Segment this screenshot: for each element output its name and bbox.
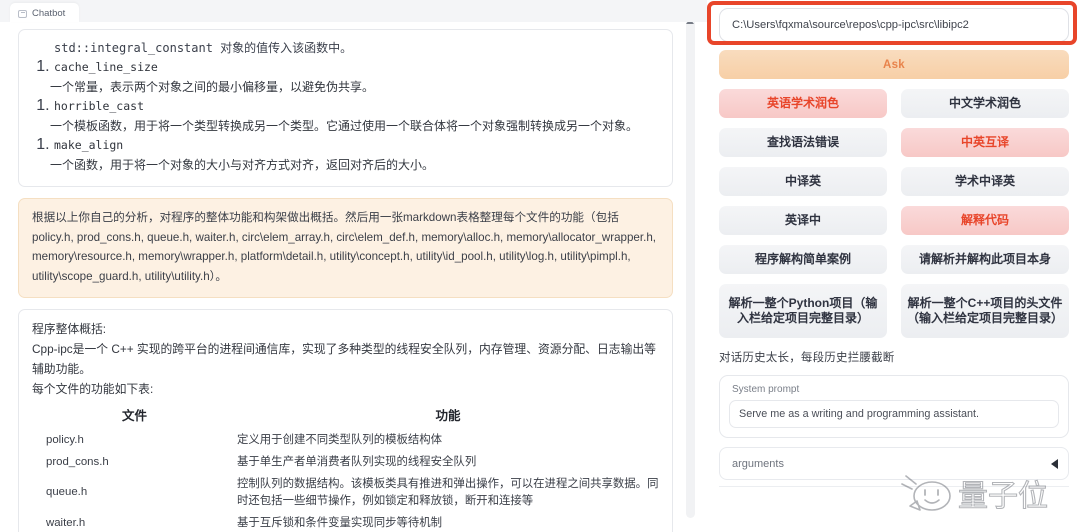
panel-icon	[18, 9, 27, 18]
table-header-row: 文件 功能	[32, 403, 659, 429]
preset-button-analyze-this-project[interactable]: 请解析并解构此项目本身	[901, 245, 1069, 274]
message-assistant-2: 程序整体概括: Cpp-ipc是一个 C++ 实现的跨平台的进程间通信库，实现了…	[18, 309, 673, 532]
arguments-label: arguments	[732, 457, 784, 470]
table-header-function: 功能	[435, 409, 461, 423]
table-intro: 每个文件的功能如下表:	[32, 382, 154, 396]
preset-button-zh-to-en[interactable]: 中译英	[719, 167, 887, 196]
cell-function: 控制队列的数据结构。该模板类具有推进和弹出操作，可以在进程之间共享数据。同时还包…	[237, 477, 659, 507]
preset-button-analyze-python-project[interactable]: 解析一整个Python项目（输入栏给定项目完整目录）	[719, 284, 887, 338]
summary-heading: 程序整体概括:	[32, 322, 107, 336]
tab-chatbot[interactable]: Chatbot	[10, 3, 80, 22]
cell-file: prod_cons.h	[46, 455, 109, 468]
system-prompt-card: System prompt	[719, 375, 1069, 438]
preset-button-find-grammar-errors[interactable]: 查找语法错误	[719, 128, 887, 157]
list-item-title: cache_line_size	[54, 60, 158, 74]
preset-button-chinese-polish[interactable]: 中文学术润色	[901, 89, 1069, 118]
list-item: make_align 一个函数，用于将一个对象的大小与对齐方式对齐，返回对齐后的…	[50, 136, 659, 175]
chat-transcript-panel: Chatbot 个类似的数，用于让解释器的断点小小」「个的数。已经对应的「注释所…	[0, 0, 707, 532]
table-header-file: 文件	[121, 409, 147, 423]
arguments-divider	[719, 486, 1069, 500]
list-item-desc: 一个模板函数，用于将一个类型转换成另一个类型。它通过使用一个联合体将一个对象强制…	[50, 119, 639, 133]
cell-file: waiter.h	[46, 516, 86, 529]
control-panel: Ask 英语学术润色 中文学术润色 查找语法错误 中英互译 中译英 学术中译英 …	[707, 0, 1080, 532]
tab-strip: Chatbot	[0, 0, 707, 22]
cell-function: 基于互斥锁和条件变量实现同步等待机制	[237, 516, 443, 529]
transcript-scroll-area[interactable]: 个类似的数，用于让解释器的断点小小」「个的数。已经对应的「注释所」的数多少、每次…	[18, 14, 673, 532]
app-root: Chatbot 个类似的数，用于让解释器的断点小小」「个的数。已经对应的「注释所…	[0, 0, 1080, 532]
preset-button-zh-en-translate[interactable]: 中英互译	[901, 128, 1069, 157]
history-truncation-note: 对话历史太长，每段历史拦腰截断	[719, 352, 895, 364]
cell-function: 基于单生产者单消费者队列实现的线程安全队列	[237, 455, 477, 468]
tab-chatbot-label: Chatbot	[32, 8, 66, 19]
list-item-desc: 一个函数，用于将一个对象的大小与对齐方式对齐，返回对齐后的大小。	[50, 158, 435, 172]
arguments-accordion[interactable]: arguments	[719, 447, 1069, 480]
preset-button-explain-code[interactable]: 解释代码	[901, 206, 1069, 235]
system-prompt-input[interactable]	[729, 400, 1059, 428]
list-item-title: make_align	[54, 138, 124, 152]
cell-file: policy.h	[46, 433, 84, 446]
table-row: waiter.h 基于互斥锁和条件变量实现同步等待机制	[32, 512, 659, 532]
preset-button-en-to-zh[interactable]: 英译中	[719, 206, 887, 235]
assistant-feature-list: cache_line_size 一个常量，表示两个对象之间的最小偏移量，以避免伪…	[50, 58, 659, 175]
ask-button[interactable]: Ask	[719, 50, 1069, 79]
file-function-table: 文件 功能 policy.h 定义用于创建不同类型队列的模板结构体 prod_c…	[32, 403, 659, 532]
preset-button-english-polish[interactable]: 英语学术润色	[719, 89, 887, 118]
prompt-preset-grid: 英语学术润色 中文学术润色 查找语法错误 中英互译 中译英 学术中译英 英译中 …	[719, 89, 1069, 338]
list-item-desc: 一个常量，表示两个对象之间的最小偏移量，以避免伪共享。	[50, 80, 375, 94]
table-row: policy.h 定义用于创建不同类型队列的模板结构体	[32, 429, 659, 451]
table-row: prod_cons.h 基于单生产者单消费者队列实现的线程安全队列	[32, 451, 659, 473]
project-path-input[interactable]	[719, 8, 1069, 42]
list-item: cache_line_size 一个常量，表示两个对象之间的最小偏移量，以避免伪…	[50, 58, 659, 97]
cell-file: queue.h	[46, 486, 88, 498]
message-assistant-1: std::integral_constant 对象的值传入该函数中。 cache…	[18, 29, 673, 187]
table-row: queue.h 控制队列的数据结构。该模板类具有推进和弹出操作，可以在进程之间共…	[32, 473, 659, 512]
message-user: 根据以上你自己的分析，对程序的整体功能和构架做出概括。然后用一张markdown…	[18, 198, 673, 298]
transcript-scrollbar[interactable]	[686, 18, 695, 518]
preset-button-simple-case[interactable]: 程序解构简单案例	[719, 245, 887, 274]
caret-left-icon[interactable]	[1051, 458, 1058, 469]
message-user-text: 根据以上你自己的分析，对程序的整体功能和构架做出概括。然后用一张markdown…	[32, 211, 656, 283]
list-item-title: horrible_cast	[54, 99, 145, 113]
list-item: horrible_cast 一个模板函数，用于将一个类型转换成另一个类型。它通过…	[50, 97, 659, 136]
summary-body: Cpp-ipc是一个 C++ 实现的跨平台的进程间通信库，实现了多种类型的线程安…	[32, 342, 656, 376]
assistant-lead-line: std::integral_constant 对象的值传入该函数中。	[54, 41, 353, 55]
cell-function: 定义用于创建不同类型队列的模板结构体	[237, 433, 443, 446]
preset-button-academic-zh-to-en[interactable]: 学术中译英	[901, 167, 1069, 196]
preset-button-analyze-cpp-headers[interactable]: 解析一整个C++项目的头文件（输入栏给定项目完整目录）	[901, 284, 1069, 338]
system-prompt-label: System prompt	[732, 384, 800, 395]
